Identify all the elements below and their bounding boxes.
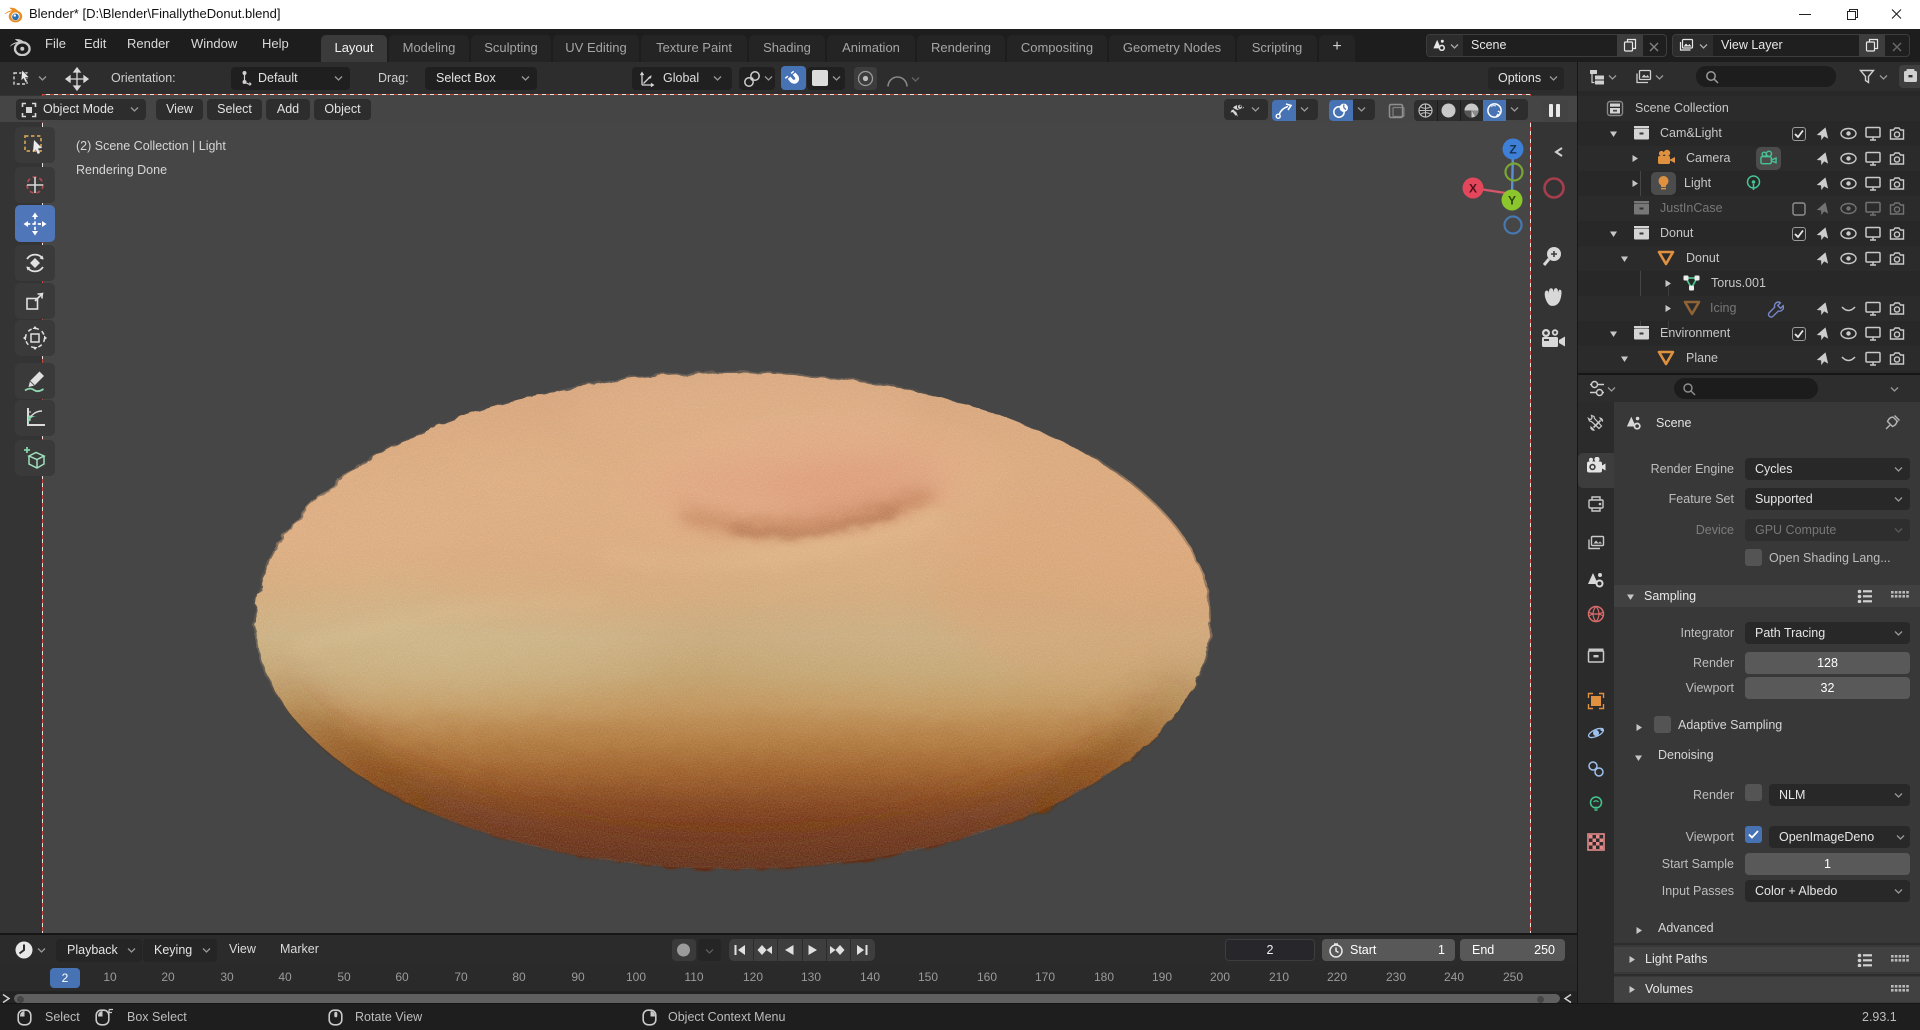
svg-text:Z: Z (1509, 143, 1516, 157)
svg-text:X: X (1469, 182, 1477, 196)
svg-text:Y: Y (1508, 194, 1516, 208)
